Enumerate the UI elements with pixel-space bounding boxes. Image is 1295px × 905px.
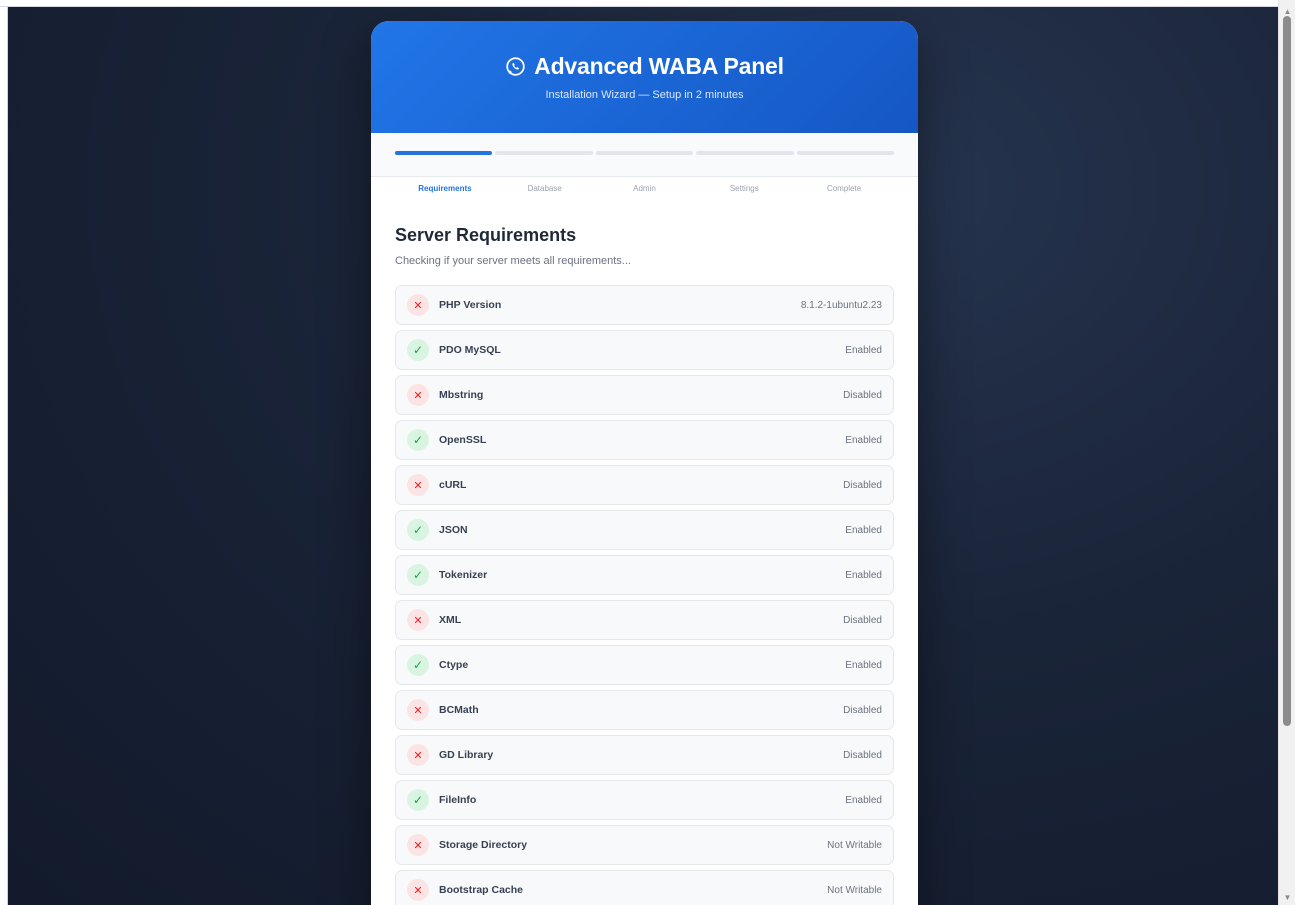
- cross-icon: ✕: [407, 699, 429, 721]
- requirement-row: ✓ OpenSSL Enabled: [395, 420, 894, 460]
- requirement-row: ✕ XML Disabled: [395, 600, 894, 640]
- requirement-value: Enabled: [845, 569, 882, 581]
- check-icon: ✓: [407, 789, 429, 811]
- requirement-name: Ctype: [439, 659, 469, 671]
- requirement-name: cURL: [439, 479, 467, 491]
- requirement-row: ✕ GD Library Disabled: [395, 735, 894, 775]
- card-body: Server Requirements Checking if your ser…: [371, 199, 918, 905]
- step-progress-segment: [595, 151, 694, 155]
- step-label-admin: Admin: [633, 183, 656, 193]
- section-subtitle: Checking if your server meets all requir…: [395, 255, 631, 267]
- requirement-row: ✓ Ctype Enabled: [395, 645, 894, 685]
- requirement-row: ✕ PHP Version 8.1.2-1ubuntu2.23: [395, 285, 894, 325]
- requirement-value: Enabled: [845, 344, 882, 356]
- cross-icon: ✕: [407, 294, 429, 316]
- step-labels: Requirements Database Admin Settings Complet…: [371, 177, 918, 199]
- requirement-value: Not Writable: [827, 884, 882, 896]
- requirement-row: ✕ BCMath Disabled: [395, 690, 894, 730]
- requirement-row: ✓ FileInfo Enabled: [395, 780, 894, 820]
- requirement-row: ✕ Bootstrap Cache Not Writable: [395, 870, 894, 905]
- check-icon: ✓: [407, 339, 429, 361]
- requirement-value: Disabled: [843, 614, 882, 626]
- check-icon: ✓: [407, 429, 429, 451]
- requirement-row: ✕ cURL Disabled: [395, 465, 894, 505]
- page-background: Advanced WABA Panel Installation Wizard …: [7, 7, 1278, 905]
- requirement-value: Enabled: [845, 434, 882, 446]
- step-progress-segment: [696, 151, 794, 155]
- requirement-name: Storage Directory: [439, 839, 528, 851]
- app-subtitle: Installation Wizard — Setup in 2 minutes: [545, 89, 744, 101]
- cross-icon: ✕: [407, 744, 429, 766]
- step-label-complete: Complete: [826, 183, 862, 193]
- cross-icon: ✕: [407, 879, 429, 901]
- step-progress-segment: [395, 151, 493, 155]
- requirement-name: BCMath: [439, 704, 479, 716]
- requirement-value: Disabled: [843, 479, 882, 491]
- scroll-thumb[interactable]: [1283, 16, 1291, 726]
- cross-icon: ✕: [407, 384, 429, 406]
- requirement-value: 8.1.2-1ubuntu2.23: [800, 299, 882, 311]
- check-icon: ✓: [407, 564, 429, 586]
- step-progress-segment: [796, 151, 895, 155]
- step-label-requirements: Requirements: [418, 183, 472, 193]
- step-progress-segment: [495, 151, 593, 155]
- requirement-row: ✓ JSON Enabled: [395, 510, 894, 550]
- scroll-down-icon[interactable]: ▼: [1279, 891, 1295, 905]
- requirement-name: GD Library: [439, 749, 494, 761]
- check-icon: ✓: [407, 519, 429, 541]
- requirement-name: PHP Version: [439, 299, 502, 311]
- app-title-text: Advanced WABA Panel: [534, 53, 784, 79]
- installer-card: Advanced WABA Panel Installation Wizard …: [371, 21, 918, 905]
- requirement-name: OpenSSL: [439, 434, 487, 446]
- requirement-row: ✓ PDO MySQL Enabled: [395, 330, 894, 370]
- progress-steps: [371, 133, 918, 177]
- requirement-row: ✓ Tokenizer Enabled: [395, 555, 894, 595]
- requirement-value: Not Writable: [827, 839, 882, 851]
- requirement-row: ✕ Mbstring Disabled: [395, 375, 894, 415]
- step-label-database: Database: [527, 183, 562, 193]
- cross-icon: ✕: [407, 474, 429, 496]
- requirement-value: Enabled: [845, 794, 882, 806]
- check-icon: ✓: [407, 654, 429, 676]
- window-top-edge: [0, 0, 1295, 7]
- vertical-scrollbar[interactable]: ▲ ▼: [1278, 0, 1295, 905]
- requirement-value: Disabled: [843, 749, 882, 761]
- cross-icon: ✕: [407, 609, 429, 631]
- requirement-value: Enabled: [845, 524, 882, 536]
- requirement-value: Disabled: [843, 704, 882, 716]
- card-header: Advanced WABA Panel Installation Wizard …: [371, 21, 918, 133]
- requirement-name: JSON: [439, 524, 468, 536]
- requirement-value: Enabled: [845, 659, 882, 671]
- section-title: Server Requirements: [395, 225, 577, 245]
- whatsapp-icon: [506, 57, 525, 76]
- requirement-name: Mbstring: [439, 389, 484, 401]
- requirement-name: Tokenizer: [439, 569, 488, 581]
- requirement-value: Disabled: [843, 389, 882, 401]
- requirement-name: XML: [439, 614, 462, 626]
- requirement-name: FileInfo: [439, 794, 477, 806]
- requirement-row: ✕ Storage Directory Not Writable: [395, 825, 894, 865]
- app-title: Advanced WABA Panel: [371, 53, 918, 80]
- step-label-settings: Settings: [729, 183, 759, 193]
- requirement-name: Bootstrap Cache: [439, 884, 524, 896]
- requirement-name: PDO MySQL: [439, 344, 501, 356]
- cross-icon: ✕: [407, 834, 429, 856]
- requirements-list: ✕ PHP Version 8.1.2-1ubuntu2.23 ✓ PDO MySQL E…: [395, 285, 894, 905]
